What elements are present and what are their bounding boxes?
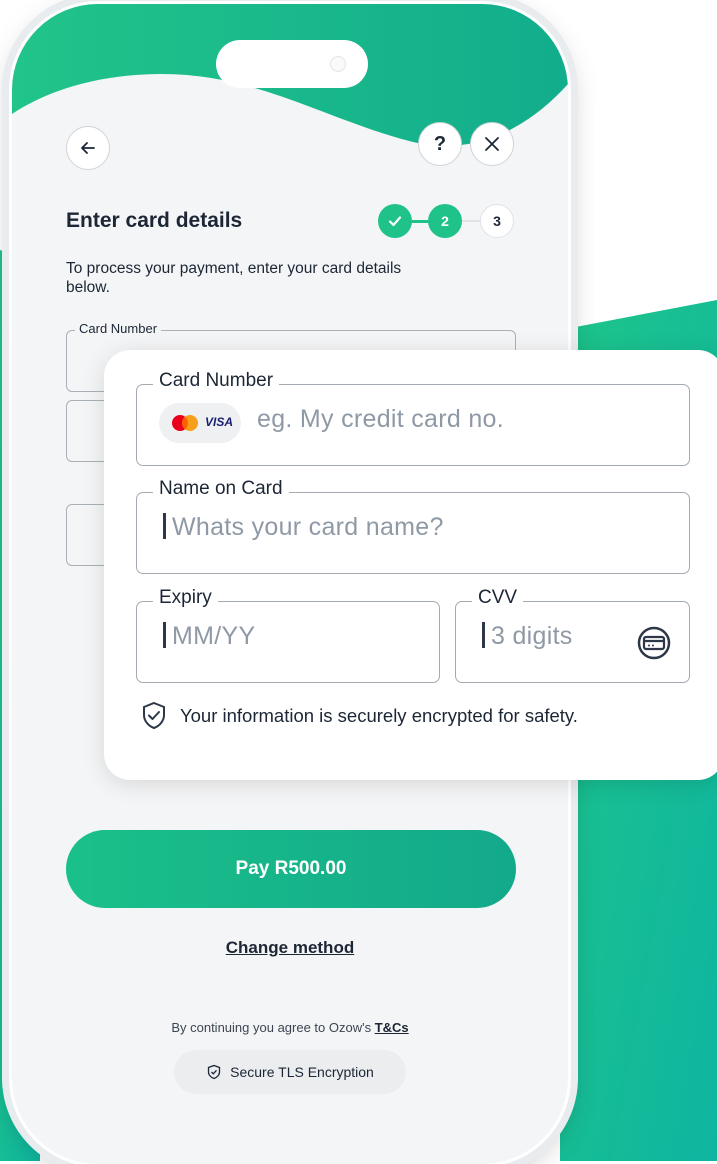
- close-icon: [485, 137, 499, 151]
- card-number-label: Card Number: [153, 370, 280, 392]
- page-title: Enter card details: [66, 209, 243, 232]
- cvv-field[interactable]: CVV 3 digits: [455, 587, 690, 683]
- expiry-label: Expiry: [153, 587, 218, 609]
- step-3-pending: 3: [480, 204, 514, 238]
- name-on-card-field[interactable]: Name on Card Whats your card name?: [136, 478, 690, 574]
- page-description: To process your payment, enter your card…: [66, 260, 402, 296]
- cvv-placeholder: 3 digits: [491, 622, 573, 650]
- terms-link[interactable]: T&Cs: [375, 1020, 409, 1035]
- step-2-active: 2: [428, 204, 462, 238]
- terms-prefix: By continuing you agree to Ozow's: [171, 1020, 375, 1035]
- camera-dot: [330, 56, 346, 72]
- cvv-label: CVV: [472, 587, 524, 609]
- step-1-complete: [378, 204, 412, 238]
- card-number-placeholder: eg. My credit card no.: [257, 405, 504, 433]
- header-wave: [12, 4, 568, 146]
- back-button[interactable]: [66, 126, 110, 170]
- card-brands-badge: VISA: [159, 403, 241, 443]
- expiry-field[interactable]: Expiry MM/YY: [136, 587, 440, 683]
- secure-note-text: Your information is securely encrypted f…: [180, 705, 578, 726]
- change-method-link[interactable]: Change method: [12, 938, 568, 958]
- card-details-popup: Card Number VISA eg. My credit card no. …: [104, 350, 717, 780]
- close-button[interactable]: [470, 122, 514, 166]
- arrow-left-icon: [81, 142, 95, 154]
- name-placeholder: Whats your card name?: [172, 513, 444, 541]
- tls-label: Secure TLS Encryption: [230, 1064, 374, 1080]
- progress-stepper: 2 3: [378, 202, 518, 240]
- terms-text: By continuing you agree to Ozow's T&Cs: [12, 1020, 568, 1035]
- help-label: ?: [433, 132, 447, 155]
- tls-badge: Secure TLS Encryption: [174, 1050, 406, 1094]
- bg-card-number-label: Card Number: [75, 321, 162, 336]
- text-caret: [163, 513, 166, 539]
- visa-icon: VISA: [205, 415, 234, 429]
- shield-icon: [207, 1064, 221, 1080]
- pay-button[interactable]: Pay R500.00: [66, 830, 516, 908]
- mastercard-icon: [172, 415, 198, 431]
- check-icon: [388, 216, 402, 227]
- secure-note: Your information is securely encrypted f…: [138, 700, 578, 732]
- name-on-card-label: Name on Card: [153, 478, 289, 500]
- text-caret: [482, 622, 485, 648]
- card-icon: [637, 626, 671, 660]
- card-number-field[interactable]: Card Number VISA eg. My credit card no.: [136, 370, 690, 466]
- shield-check-icon: [143, 701, 165, 730]
- help-button[interactable]: ?: [418, 122, 462, 166]
- expiry-placeholder: MM/YY: [172, 622, 256, 650]
- text-caret: [163, 622, 166, 648]
